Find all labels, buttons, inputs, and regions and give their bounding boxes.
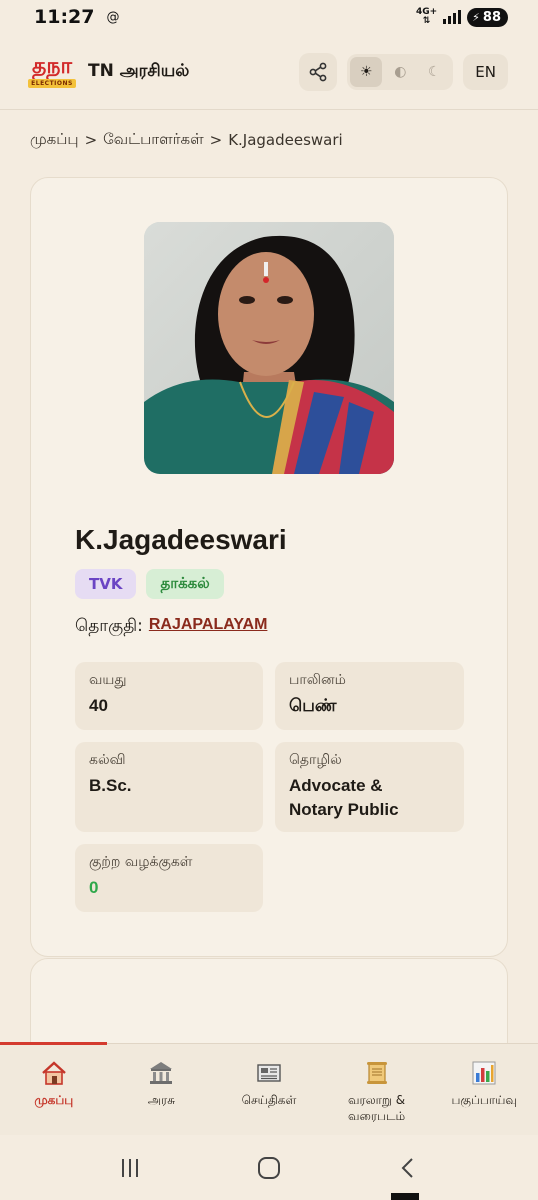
nav-history-map[interactable]: வரலாறு & வரைபடம்	[323, 1044, 431, 1135]
nav-home[interactable]: முகப்பு	[0, 1044, 108, 1135]
occupation-value: Advocate & Notary Public	[289, 774, 450, 822]
party-badge: TVK	[75, 569, 137, 599]
criminal-cases-label: குற்ற வழக்குகள்	[89, 854, 193, 870]
constituency-row: தொகுதி: RAJAPALAYAM	[75, 616, 267, 638]
government-icon	[146, 1058, 176, 1088]
nav-government[interactable]: அரசு	[108, 1044, 216, 1135]
home-icon	[39, 1058, 69, 1088]
theme-system-button[interactable]: ◐	[384, 57, 416, 87]
half-circle-icon: ◐	[394, 63, 407, 80]
nav-government-label: அரசு	[147, 1093, 176, 1107]
age-label: வயது	[89, 672, 127, 688]
signal-icon	[443, 10, 462, 24]
app-notification-icon: @	[106, 9, 120, 25]
education-label: கல்வி	[89, 752, 126, 768]
battery-indicator: ⚡ 88	[467, 7, 508, 27]
nav-news-label: செய்திகள்	[241, 1093, 297, 1107]
charging-icon: ⚡	[472, 10, 480, 24]
education-box: கல்வி B.Sc.	[75, 742, 263, 832]
nav-home-label: முகப்பு	[34, 1093, 74, 1107]
nav-news[interactable]: செய்திகள்	[215, 1044, 323, 1135]
breadcrumb: முகப்பு > வேட்பாளர்கள் > K.Jagadeeswari	[30, 130, 343, 150]
gender-box: பாலினம் பெண்	[275, 662, 464, 730]
nav-history-map-label-line-2: வரைபடம்	[347, 1109, 406, 1123]
nav-history-map-label: வரலாறு & வரைபடம்	[348, 1092, 405, 1124]
age-value: 40	[89, 696, 108, 715]
app-header: தநா ELECTIONS TN அரசியல் ☀ ◐ ☾ EN	[0, 34, 538, 110]
theme-toggle: ☀ ◐ ☾	[347, 53, 454, 90]
home-circle-icon	[257, 1156, 280, 1179]
criminal-cases-box: குற்ற வழக்குகள் 0	[75, 844, 263, 912]
chart-icon	[469, 1058, 499, 1088]
occupation-line-2: Notary Public	[289, 800, 399, 819]
nav-analysis-label: பகுப்பாய்வு	[451, 1093, 517, 1107]
share-icon	[309, 62, 327, 81]
scroll-icon	[362, 1058, 392, 1088]
app-logo[interactable]: தநா ELECTIONS	[28, 53, 76, 90]
sun-icon: ☀	[360, 63, 373, 80]
nav-history-map-label-line-1: வரலாறு &	[348, 1093, 406, 1107]
theme-dark-button[interactable]: ☾	[418, 57, 450, 87]
logo-text: தநா	[32, 53, 72, 79]
active-tab-indicator	[0, 1042, 107, 1045]
candidate-photo	[144, 222, 394, 474]
language-button[interactable]: EN	[463, 53, 508, 90]
app-title[interactable]: TN அரசியல்	[88, 61, 189, 83]
breadcrumb-separator: >	[84, 131, 98, 149]
recent-apps-button[interactable]	[110, 1148, 150, 1188]
occupation-line-1: Advocate &	[289, 776, 383, 795]
status-bar: 11:27 @ 4G+ ⇅ ⚡ 88	[0, 0, 538, 34]
breadcrumb-separator: >	[209, 131, 223, 149]
recent-apps-icon	[121, 1158, 138, 1177]
theme-light-button[interactable]: ☀	[350, 56, 383, 87]
system-navigation-bar	[0, 1135, 538, 1200]
breadcrumb-candidates[interactable]: வேட்பாளர்கள்	[103, 130, 203, 150]
education-value: B.Sc.	[89, 776, 132, 795]
candidate-card: K.Jagadeeswari TVK தாக்கல் தொகுதி: RAJAP…	[30, 177, 508, 957]
moon-icon: ☾	[428, 63, 441, 80]
status-time: 11:27	[34, 6, 95, 28]
age-box: வயது 40	[75, 662, 263, 730]
breadcrumb-home[interactable]: முகப்பு	[30, 130, 79, 150]
status-badge: தாக்கல்	[146, 569, 224, 599]
criminal-cases-value: 0	[89, 878, 99, 897]
gender-label: பாலினம்	[289, 672, 346, 688]
bottom-navigation: முகப்பு அரசு செய்திகள் வரலாறு & வரைபடம் …	[0, 1042, 538, 1135]
news-icon	[254, 1058, 284, 1088]
network-indicator: 4G+ ⇅	[415, 7, 438, 26]
logo-subtext: ELECTIONS	[28, 78, 76, 88]
nav-analysis[interactable]: பகுப்பாய்வு	[430, 1044, 538, 1135]
candidate-name: K.Jagadeeswari	[75, 524, 287, 555]
home-button[interactable]	[249, 1148, 289, 1188]
battery-level: 88	[482, 9, 501, 25]
constituency-link[interactable]: RAJAPALAYAM	[149, 616, 268, 638]
gender-value: பெண்	[289, 696, 337, 716]
constituency-label: தொகுதி:	[75, 616, 143, 636]
back-button[interactable]	[388, 1148, 428, 1188]
share-button[interactable]	[299, 52, 338, 91]
back-icon	[401, 1157, 414, 1178]
occupation-box: தொழில் Advocate & Notary Public	[275, 742, 464, 832]
gesture-bar	[391, 1193, 419, 1200]
breadcrumb-current: K.Jagadeeswari	[228, 131, 343, 149]
occupation-label: தொழில்	[289, 752, 342, 768]
